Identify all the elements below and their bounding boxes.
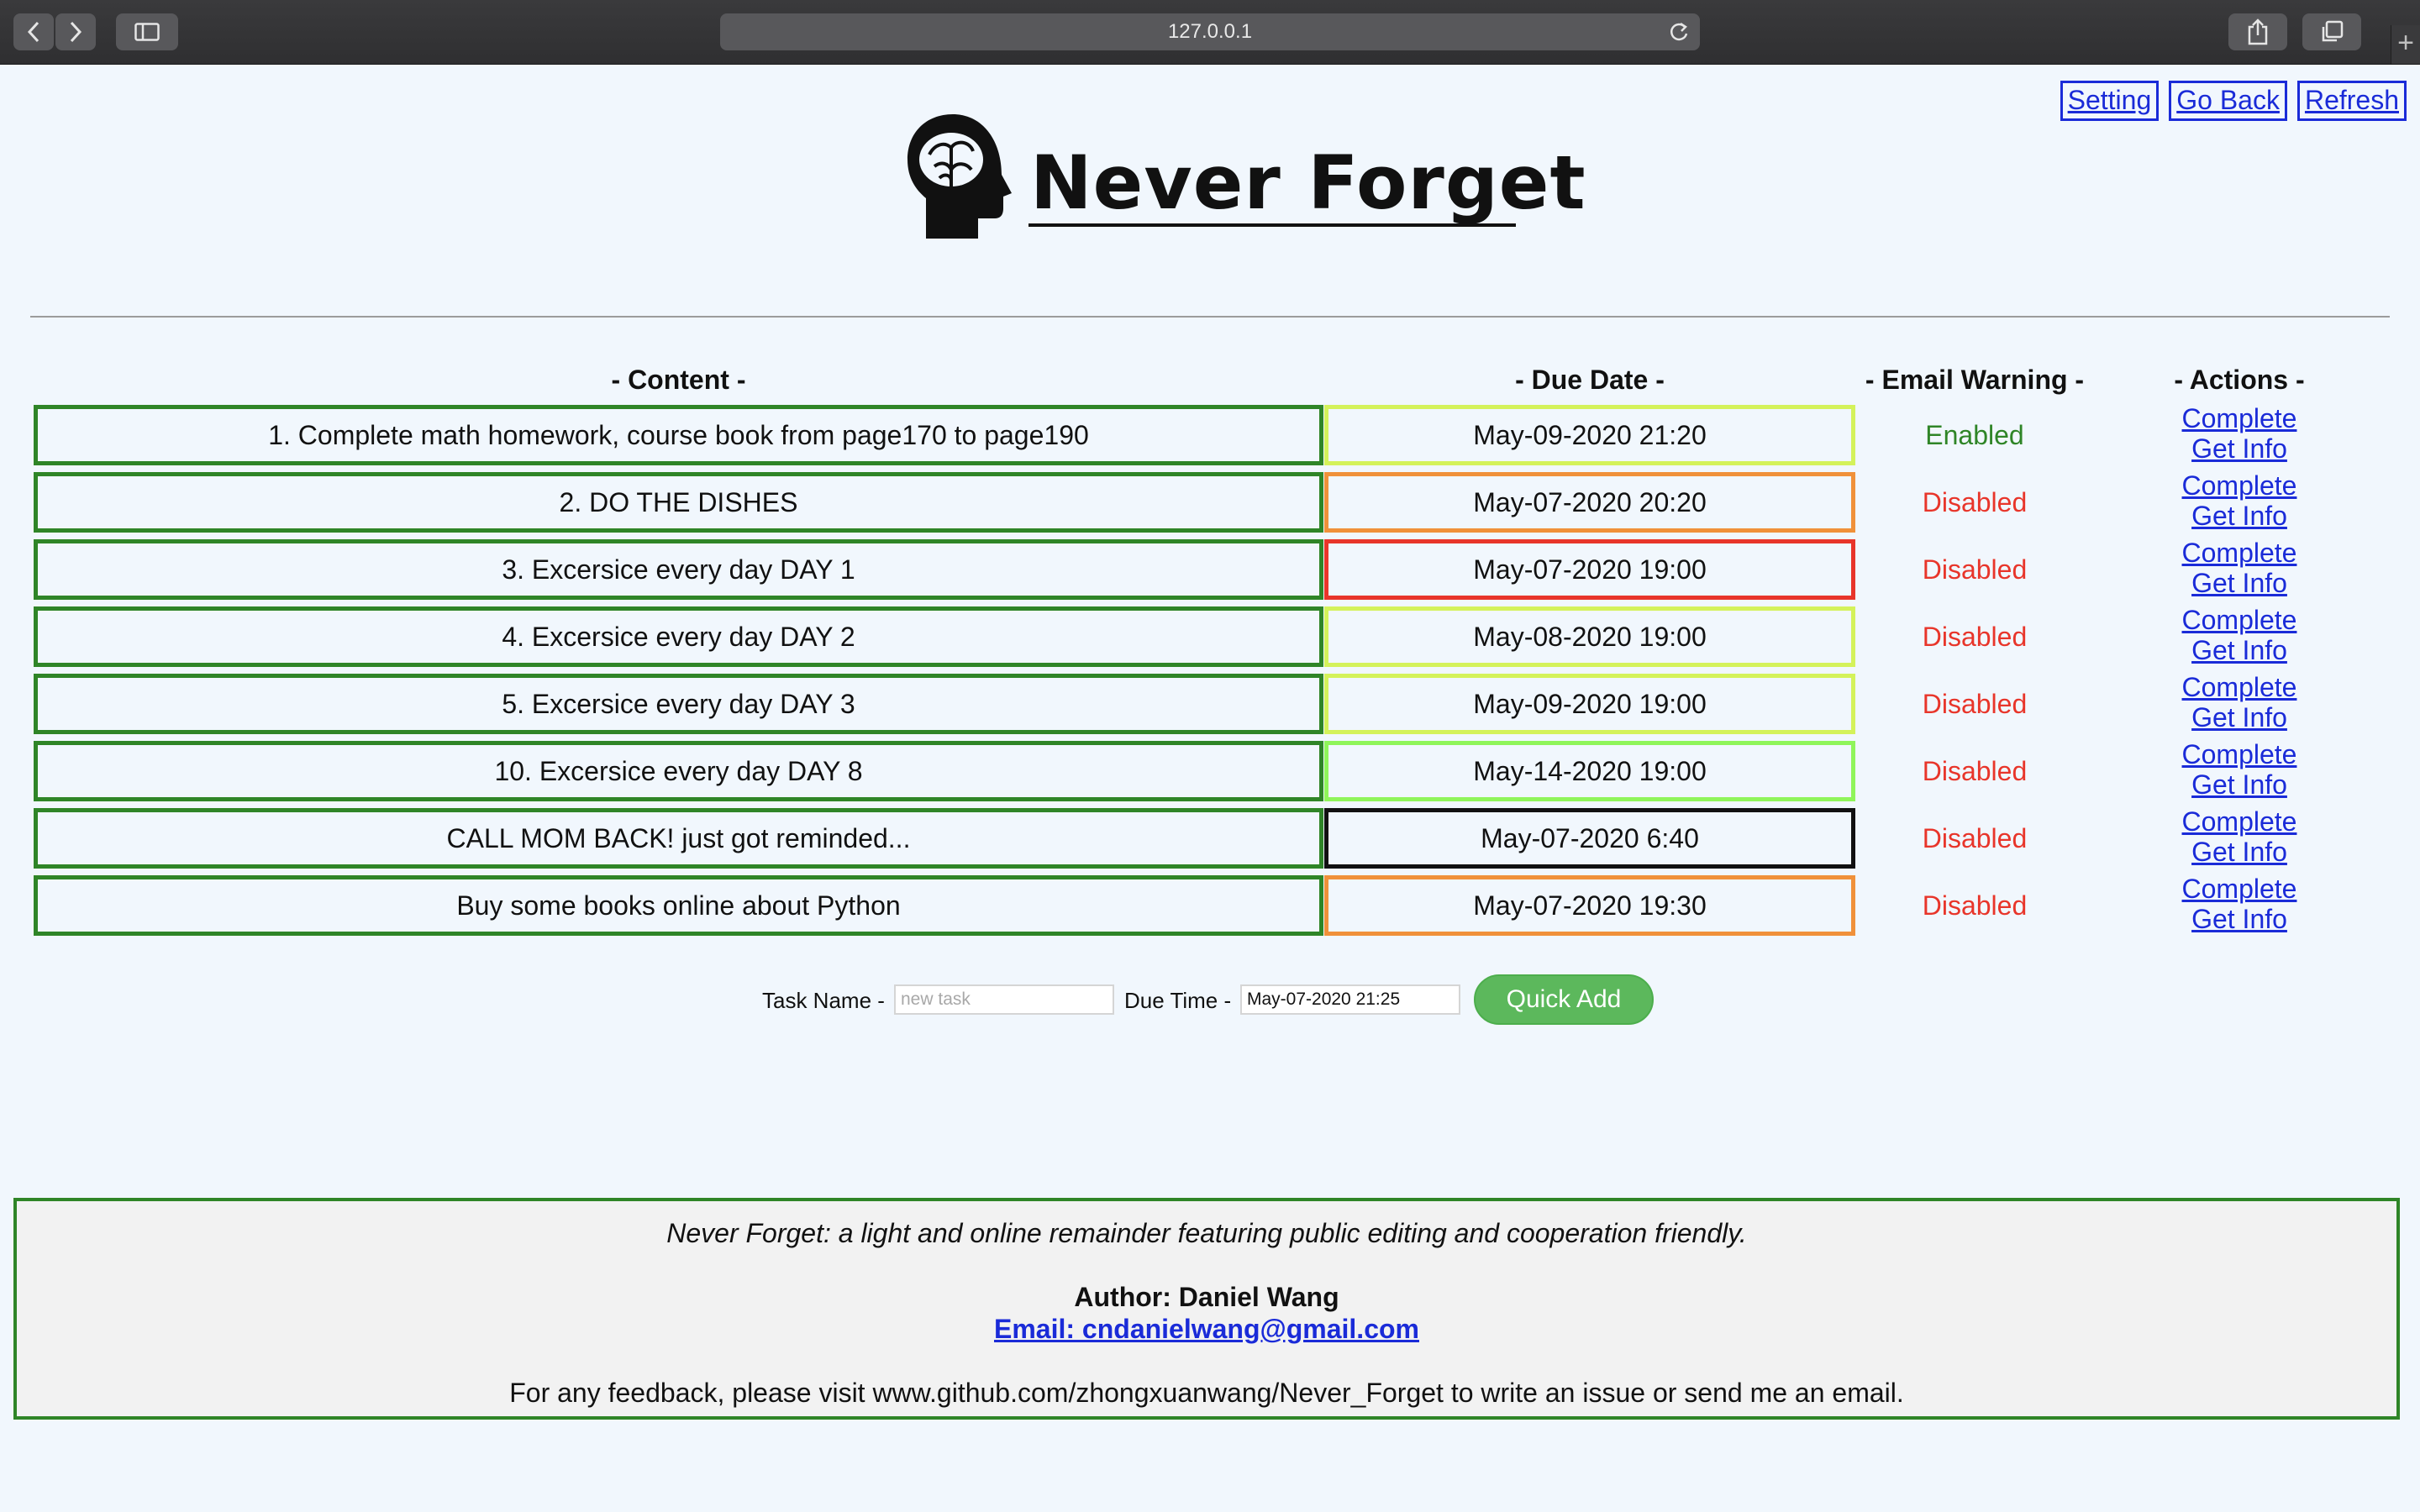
complete-link[interactable]: Complete [2182,874,2297,904]
task-row: 5. Excersice every day DAY 3 May-09-2020… [0,672,2420,736]
share-icon [2248,18,2268,45]
share-button[interactable] [2228,13,2287,50]
email-warning-status: Disabled [1922,890,2028,921]
sidebar-icon [134,23,160,41]
complete-link[interactable]: Complete [2182,739,2297,769]
due-time-label: Due Time - [1124,988,1232,1013]
complete-link[interactable]: Complete [2182,403,2297,433]
task-actions: Complete Get Info [2151,534,2328,601]
task-actions: Complete Get Info [2151,601,2328,669]
header-due-date: - Due Date - [1515,365,1665,395]
task-actions: Complete Get Info [2151,870,2328,937]
task-due-date: May-07-2020 20:20 [1324,472,1855,533]
reload-icon [1670,22,1688,41]
tabs-button[interactable] [2302,13,2361,50]
task-content: 1. Complete math homework, course book f… [34,405,1323,465]
task-actions: Complete Get Info [2151,400,2328,467]
brain-head-icon [908,114,1012,239]
task-due-date: May-08-2020 19:00 [1324,606,1855,667]
email-warning-status: Enabled [1925,419,2024,450]
task-due-date: May-07-2020 19:30 [1324,875,1855,936]
get-info-link[interactable]: Get Info [2191,904,2287,934]
task-content: 2. DO THE DISHES [34,472,1323,533]
email-warning-status: Disabled [1922,554,2028,585]
complete-link[interactable]: Complete [2182,806,2297,837]
back-button[interactable] [13,13,54,50]
refresh-link[interactable]: Refresh [2296,81,2407,121]
setting-link[interactable]: Setting [2060,81,2160,121]
complete-link[interactable]: Complete [2182,605,2297,635]
task-content: 5. Excersice every day DAY 3 [34,674,1323,734]
go-back-link[interactable]: Go Back [2169,81,2287,121]
url-text: 127.0.0.1 [1167,20,1253,43]
task-content: CALL MOM BACK! just got reminded... [34,808,1323,869]
task-content: 3. Excersice every day DAY 1 [34,539,1323,600]
quick-add-form: Task Name - Due Time - Quick Add [0,974,2420,1028]
footer-email-link[interactable]: Email: cndanielwang@gmail.com [994,1314,1419,1344]
logo-underline [1028,223,1516,227]
task-actions: Complete Get Info [2151,736,2328,803]
get-info-link[interactable]: Get Info [2191,568,2287,598]
task-actions: Complete Get Info [2151,803,2328,870]
email-warning-status: Disabled [1922,822,2028,853]
task-row: 1. Complete math homework, course book f… [0,403,2420,467]
task-content: Buy some books online about Python [34,875,1323,936]
task-actions: Complete Get Info [2151,467,2328,534]
footer-tagline: Never Forget: a light and online remaind… [666,1218,1747,1248]
get-info-link[interactable]: Get Info [2191,837,2287,867]
task-row: 3. Excersice every day DAY 1 May-07-2020… [0,538,2420,601]
header-actions: - Actions - [2174,365,2305,395]
task-due-date: May-09-2020 19:00 [1324,674,1855,734]
email-warning-status: Disabled [1922,486,2028,517]
forward-button[interactable] [55,13,96,50]
task-due-date: May-07-2020 6:40 [1324,808,1855,869]
address-bar[interactable]: 127.0.0.1 [720,13,1700,50]
task-actions: Complete Get Info [2151,669,2328,736]
logo-title: Never Forget [1030,139,1586,226]
top-nav: Setting Go Back Refresh [2060,81,2407,121]
task-row: CALL MOM BACK! just got reminded... May-… [0,806,2420,870]
task-due-date: May-07-2020 19:00 [1324,539,1855,600]
complete-link[interactable]: Complete [2182,672,2297,702]
get-info-link[interactable]: Get Info [2191,702,2287,732]
task-due-date: May-09-2020 21:20 [1324,405,1855,465]
task-row: 4. Excersice every day DAY 2 May-08-2020… [0,605,2420,669]
browser-toolbar: 127.0.0.1 + [0,0,2420,65]
header-divider [30,316,2390,318]
footer-feedback: For any feedback, please visit www.githu… [509,1378,1904,1408]
header-email-warning: - Email Warning - [1865,365,2085,395]
reload-button[interactable] [1668,20,1690,50]
get-info-link[interactable]: Get Info [2191,501,2287,531]
new-tab-icon[interactable]: + [2391,25,2420,64]
get-info-link[interactable]: Get Info [2191,635,2287,665]
task-name-label: Task Name - [762,988,885,1013]
email-warning-status: Disabled [1922,688,2028,719]
task-row: 2. DO THE DISHES May-07-2020 20:20 Disab… [0,470,2420,534]
task-due-date: May-14-2020 19:00 [1324,741,1855,801]
task-row: 10. Excersice every day DAY 8 May-14-202… [0,739,2420,803]
complete-link[interactable]: Complete [2182,470,2297,501]
header-content: - Content - [611,365,746,395]
task-content: 10. Excersice every day DAY 8 [34,741,1323,801]
app-logo: Never Forget [901,108,1586,249]
get-info-link[interactable]: Get Info [2191,769,2287,800]
task-row: Buy some books online about Python May-0… [0,874,2420,937]
complete-link[interactable]: Complete [2182,538,2297,568]
email-warning-status: Disabled [1922,621,2028,652]
footer: Never Forget: a light and online remaind… [13,1198,2400,1420]
task-content: 4. Excersice every day DAY 2 [34,606,1323,667]
footer-author: Author: Daniel Wang [1074,1282,1339,1312]
get-info-link[interactable]: Get Info [2191,433,2287,464]
email-warning-status: Disabled [1922,755,2028,786]
sidebar-button[interactable] [116,13,178,50]
due-time-input[interactable] [1240,984,1460,1015]
quick-add-button[interactable]: Quick Add [1474,974,1654,1025]
task-name-input[interactable] [894,984,1114,1015]
forward-icon [70,21,82,43]
tabs-icon [2322,20,2344,42]
back-icon [27,21,39,43]
